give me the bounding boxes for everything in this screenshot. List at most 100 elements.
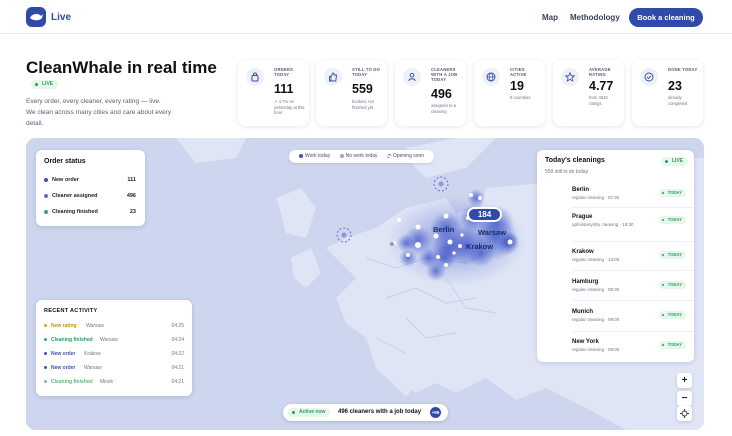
status-dot (44, 210, 48, 214)
activity-city: Minsk (100, 379, 114, 385)
stat-note: ↗ 4.7% vs yesterday at this hour (274, 99, 305, 115)
hero-subtitle-2: We clean across many cities and care abo… (26, 109, 172, 127)
stat-rating: AVERAGE RATING 4.77 from 4642 ratings (553, 60, 624, 126)
book-cleaning-button[interactable]: Book a cleaning (629, 8, 703, 27)
crosshair-icon (680, 409, 689, 418)
activity-city: Warsaw (86, 323, 104, 329)
thumbs-up-icon (324, 68, 342, 86)
today-badge: TODAY (658, 341, 686, 349)
recent-activity-panel: RECENT ACTIVITY New rating Warsaw 04:25 … (36, 300, 192, 396)
activity-time: 04:25 (171, 323, 184, 329)
today-badge: TODAY (658, 311, 686, 319)
status-label: Cleaning finished (52, 209, 98, 215)
active-cleaners-text: 496 cleaners with a job today (338, 409, 422, 415)
star-icon (561, 68, 579, 86)
stat-label: CITIES ACTIVE (510, 67, 527, 78)
active-now-badge: Active now (288, 408, 331, 417)
order-status-title: Order status (44, 158, 86, 165)
stat-value: 19 (510, 79, 524, 93)
zoom-out-button[interactable]: − (677, 391, 692, 406)
legend-no-work-today: No work today (339, 153, 378, 159)
activity-city: Krakow (84, 351, 101, 357)
cleaning-item-new-york[interactable]: New York regular cleaning · 09:00 TODAY (572, 339, 694, 352)
activity-label: New rating (51, 323, 77, 329)
check-circle-icon (640, 68, 658, 86)
stat-value: 4.77 (589, 79, 614, 93)
activity-time: 04:21 (171, 379, 184, 385)
cleaning-item-prague[interactable]: Prague upholstery/dry cleaning · 18:30 T… (572, 214, 694, 227)
stat-note: 8 countries (510, 95, 531, 100)
activity-label: New order (51, 365, 76, 371)
cleaning-detail: regular cleaning · 13:00 (572, 257, 620, 262)
today-badge: TODAY (658, 189, 686, 197)
whale-icon (30, 13, 43, 21)
order-status-panel: Order status New order 111 Cleaner assig… (36, 150, 145, 226)
stat-done-today: DONE TODAY 23 already completed (632, 60, 703, 126)
more-count-badge[interactable]: +99 (430, 407, 441, 418)
cleaning-detail: regular cleaning · 09:00 (572, 317, 620, 322)
live-badge: LIVE (31, 80, 59, 89)
bag-icon (246, 68, 264, 86)
status-dot (44, 194, 48, 198)
status-label: New order (52, 177, 79, 183)
activity-time: 04:22 (171, 351, 184, 357)
nav-methodology[interactable]: Methodology (570, 13, 620, 22)
cleaning-detail: regular cleaning · 09:00 (572, 347, 620, 352)
legend-opening-soon: Opening soon (386, 153, 424, 159)
logo[interactable] (26, 7, 46, 27)
status-label: Cleaner assigned (52, 193, 98, 199)
todays-cleanings-title: Today's cleanings (545, 157, 605, 164)
stat-label: CLEANERS WITH A JOB TODAY (431, 67, 458, 83)
stat-cities: CITIES ACTIVE 19 8 countries (474, 60, 545, 126)
cleaning-item-krakow[interactable]: Krakow regular cleaning · 13:00 TODAY (572, 249, 694, 262)
activity-city: Warsaw (84, 365, 102, 371)
stat-orders-today: ORDERS TODAY 111 ↗ 4.7% vs yesterday at … (238, 60, 309, 126)
activity-label: New order (51, 351, 76, 357)
map-legend: Work today No work today Opening soon (289, 150, 435, 163)
map-label-berlin[interactable]: Berlin (433, 225, 454, 234)
activity-city: Warsaw (100, 337, 118, 343)
cleaning-item-munich[interactable]: Munich regular cleaning · 09:00 TODAY (572, 309, 694, 322)
brand-label: Live (51, 12, 72, 23)
stat-still-to-do: STILL TO DO TODAY 559 booked, not finish… (316, 60, 387, 126)
today-live-badge: LIVE (661, 157, 689, 166)
hero-subtitle-1: Every order, every cleaner, every rating… (26, 98, 161, 105)
stat-value: 23 (668, 79, 682, 93)
globe-icon (482, 68, 500, 86)
stat-note: already completed (668, 95, 688, 106)
cleaning-detail: regular cleaning · 07:30 (572, 195, 620, 200)
page-title: CleanWhale in real time (26, 58, 217, 77)
status-value: 23 (129, 209, 136, 215)
nav-map[interactable]: Map (542, 13, 558, 22)
stat-value: 496 (431, 87, 452, 101)
stat-label: DONE TODAY (668, 67, 698, 72)
stat-value: 111 (274, 82, 294, 96)
status-value: 111 (127, 177, 136, 183)
zoom-in-button[interactable]: + (677, 373, 692, 388)
stat-label: STILL TO DO TODAY (352, 67, 381, 78)
locate-button[interactable] (677, 406, 692, 421)
stat-label: ORDERS TODAY (274, 67, 294, 78)
stat-label: AVERAGE RATING (589, 67, 611, 78)
today-badge: TODAY (658, 216, 686, 224)
cleaning-item-berlin[interactable]: Berlin regular cleaning · 07:30 TODAY (572, 187, 694, 200)
stat-note: booked, not finished yet (352, 99, 374, 110)
stat-cleaners: CLEANERS WITH A JOB TODAY 496 assigned t… (395, 60, 466, 126)
today-subtitle: 559 still to do today (545, 169, 589, 175)
status-value: 496 (126, 193, 136, 199)
cleaning-item-hamburg[interactable]: Hamburg regular cleaning · 09:30 TODAY (572, 279, 694, 292)
activity-label: Cleaning finished (51, 337, 93, 343)
stat-note: from 4642 ratings (589, 95, 608, 106)
map-label-warsaw[interactable]: Warsaw (478, 228, 506, 237)
activity-label: Cleaning finished (51, 379, 93, 385)
cluster-count-bubble[interactable]: 184 (467, 207, 502, 222)
status-dot (44, 178, 48, 182)
stat-note: assigned to a cleaning (431, 103, 456, 114)
today-badge: TODAY (658, 251, 686, 259)
top-bar: Live Map Methodology Book a cleaning (0, 0, 732, 34)
today-badge: TODAY (658, 281, 686, 289)
active-now-pill: Active now 496 cleaners with a job today… (283, 404, 448, 421)
activity-time: 04:24 (171, 337, 184, 343)
legend-work-today: Work today (299, 153, 330, 159)
map-label-krakow[interactable]: Krakow (466, 242, 493, 251)
